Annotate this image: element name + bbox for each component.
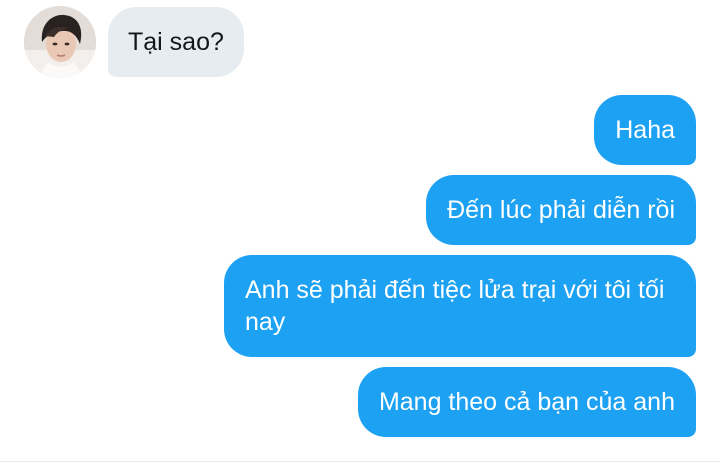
avatar-photo-icon [24, 6, 96, 78]
outgoing-message-bubble[interactable]: Đến lúc phải diễn rồi [426, 175, 696, 245]
conversation-thread: Tại sao? Haha Đến lúc phải diễn rồi Anh … [0, 0, 720, 466]
outgoing-message-bubble[interactable]: Mang theo cả bạn của anh [357, 367, 696, 437]
incoming-message-bubble[interactable]: Tại sao? [108, 7, 244, 77]
message-text: Tại sao? [128, 28, 224, 56]
message-text: Haha [615, 116, 675, 144]
message-text: Đến lúc phải diễn rồi [447, 196, 675, 224]
message-text: Anh sẽ phải đến tiệc lửa trại với tôi tố… [245, 276, 665, 336]
message-text: Mang theo cả bạn của anh [378, 388, 675, 416]
bottom-divider [0, 461, 720, 462]
outgoing-message-bubble[interactable]: Haha [594, 95, 696, 165]
outgoing-message-bubble[interactable]: Anh sẽ phải đến tiệc lửa trại với tôi tố… [224, 255, 696, 357]
contact-avatar[interactable] [24, 6, 96, 78]
